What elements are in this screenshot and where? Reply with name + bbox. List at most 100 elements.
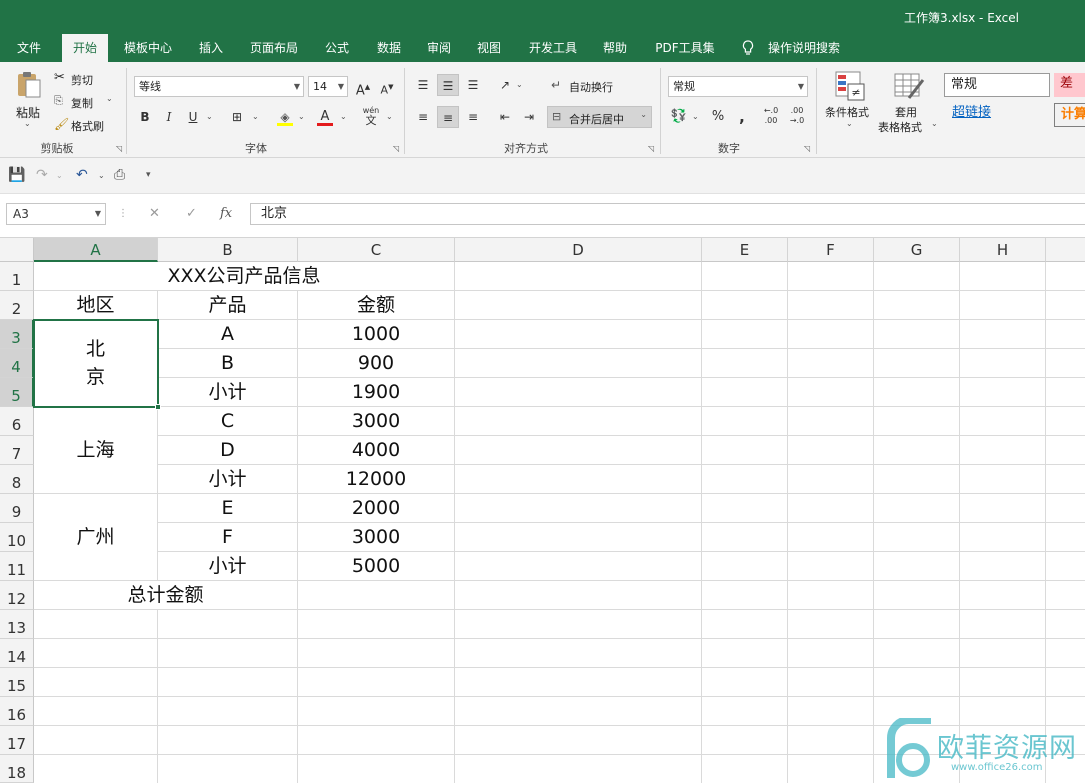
number-format-select[interactable]: 常规 ▼	[668, 76, 808, 97]
row-header-13[interactable]: 13	[0, 610, 34, 639]
conditional-format-dropdown-icon[interactable]: ⌄	[846, 119, 853, 128]
fill-color-dropdown-icon[interactable]: ⌄	[298, 112, 305, 121]
save-icon[interactable]: 💾	[8, 167, 25, 183]
underline-button[interactable]: U	[182, 106, 204, 128]
product-cell[interactable]: F	[158, 523, 297, 551]
merge-center-button[interactable]: ⊟ 合并后居中 ⌄	[547, 106, 652, 128]
row-header-16[interactable]: 16	[0, 697, 34, 726]
copy-dropdown-icon[interactable]: ⌄	[106, 94, 113, 103]
row-header-12[interactable]: 12	[0, 581, 34, 610]
print-preview-icon[interactable]: ⎙	[114, 167, 125, 183]
currency-icon[interactable]: 💱	[668, 106, 690, 128]
align-bottom-icon[interactable]: ☰	[462, 74, 484, 96]
align-right-icon[interactable]: ≡	[462, 106, 484, 128]
row-header-2[interactable]: 2	[0, 291, 34, 320]
tab-insert[interactable]: 插入	[190, 34, 232, 62]
tell-me-search[interactable]: 操作说明搜索	[762, 34, 846, 62]
format-as-table-dropdown-icon[interactable]: ⌄	[931, 119, 938, 128]
undo-icon[interactable]: ↶	[76, 167, 88, 183]
row-header-4[interactable]: 4	[0, 349, 34, 378]
align-middle-icon[interactable]: ☰	[437, 74, 459, 96]
font-color-dropdown-icon[interactable]: ⌄	[340, 112, 347, 121]
row-header-3[interactable]: 3	[0, 320, 34, 349]
column-header-e[interactable]: E	[702, 238, 788, 262]
currency-dropdown-icon[interactable]: ⌄	[692, 112, 699, 121]
tab-review[interactable]: 审阅	[418, 34, 460, 62]
tab-data[interactable]: 数据	[368, 34, 410, 62]
cancel-icon[interactable]: ✕	[149, 206, 160, 221]
select-all-corner[interactable]	[0, 238, 34, 262]
region-guangzhou-cell[interactable]: 广州	[34, 494, 157, 580]
column-header-f[interactable]: F	[788, 238, 874, 262]
amount-cell[interactable]: 4000	[298, 436, 454, 464]
row-header-15[interactable]: 15	[0, 668, 34, 697]
product-cell[interactable]: C	[158, 407, 297, 435]
formula-input[interactable]: 北京	[250, 203, 1085, 225]
conditional-format-button[interactable]: 条件格式	[825, 104, 869, 120]
row-header-1[interactable]: 1	[0, 262, 34, 291]
redo-dropdown-icon[interactable]: ⌄	[56, 171, 63, 180]
cut-button[interactable]: 剪切	[71, 72, 93, 88]
style-normal[interactable]: 常规	[944, 73, 1050, 97]
row-header-9[interactable]: 9	[0, 494, 34, 523]
enter-icon[interactable]: ✓	[186, 206, 197, 221]
row-header-17[interactable]: 17	[0, 726, 34, 755]
wrap-text-button[interactable]: 自动换行	[569, 79, 613, 95]
style-hyperlink[interactable]: 超链接	[946, 102, 1050, 126]
decrease-indent-icon[interactable]: ⇤	[494, 106, 516, 128]
fill-color-icon[interactable]: ◈	[274, 106, 296, 128]
tab-page-layout[interactable]: 页面布局	[242, 34, 306, 62]
header-region-cell[interactable]: 地区	[34, 291, 157, 319]
tab-view[interactable]: 视图	[468, 34, 510, 62]
align-top-icon[interactable]: ☰	[412, 74, 434, 96]
row-header-14[interactable]: 14	[0, 639, 34, 668]
worksheet-grid[interactable]: A B C D E F G H 1 2 3 4 5 6 7 8 9 10 11 …	[0, 238, 1085, 783]
row-header-7[interactable]: 7	[0, 436, 34, 465]
align-center-icon[interactable]: ≡	[437, 106, 459, 128]
row-header-10[interactable]: 10	[0, 523, 34, 552]
row-header-8[interactable]: 8	[0, 465, 34, 494]
tab-help[interactable]: 帮助	[594, 34, 636, 62]
fill-handle[interactable]	[155, 404, 161, 410]
sheet-title-cell[interactable]: XXX公司产品信息	[34, 262, 454, 290]
decrease-decimal-button[interactable]: .00 →.0	[786, 106, 808, 128]
font-name-select[interactable]: 等线 ▼	[134, 76, 304, 97]
style-bad[interactable]: 差	[1054, 73, 1085, 97]
product-cell[interactable]: 小计	[158, 465, 297, 493]
customize-qat-icon[interactable]: ▾	[146, 170, 151, 180]
tab-home[interactable]: 开始	[62, 34, 108, 62]
total-label-cell[interactable]: 总计金额	[34, 581, 297, 609]
grow-font-button[interactable]: A▲	[352, 76, 374, 98]
comma-style-button[interactable]: ,	[731, 106, 753, 128]
paste-dropdown-icon[interactable]: ⌄	[24, 119, 31, 128]
font-color-icon[interactable]: A	[314, 106, 336, 128]
redo-icon[interactable]: ↷	[36, 167, 48, 183]
increase-decimal-button[interactable]: ←.0 .00	[760, 106, 782, 128]
amount-cell[interactable]: 900	[298, 349, 454, 377]
font-launcher-icon[interactable]: ◹	[393, 144, 399, 153]
font-size-select[interactable]: 14 ▼	[308, 76, 348, 97]
row-header-11[interactable]: 11	[0, 552, 34, 581]
tab-developer[interactable]: 开发工具	[522, 34, 584, 62]
amount-cell[interactable]: 1000	[298, 320, 454, 348]
clipboard-launcher-icon[interactable]: ◹	[116, 144, 122, 153]
align-left-icon[interactable]: ≡	[412, 106, 434, 128]
undo-dropdown-icon[interactable]: ⌄	[98, 171, 105, 180]
row-header-6[interactable]: 6	[0, 407, 34, 436]
product-cell[interactable]: D	[158, 436, 297, 464]
amount-cell[interactable]: 1900	[298, 378, 454, 406]
column-header-h[interactable]: H	[960, 238, 1046, 262]
underline-dropdown-icon[interactable]: ⌄	[206, 112, 213, 121]
product-cell[interactable]: E	[158, 494, 297, 522]
row-header-18[interactable]: 18	[0, 755, 34, 783]
amount-cell[interactable]: 12000	[298, 465, 454, 493]
tab-file[interactable]: 文件	[6, 34, 52, 62]
alignment-launcher-icon[interactable]: ◹	[648, 144, 654, 153]
amount-cell[interactable]: 3000	[298, 523, 454, 551]
column-header-overflow[interactable]	[1046, 238, 1085, 262]
border-dropdown-icon[interactable]: ⌄	[252, 112, 259, 121]
italic-button[interactable]: I	[158, 106, 180, 128]
format-as-table-label-top[interactable]: 套用	[895, 104, 917, 120]
amount-cell[interactable]: 5000	[298, 552, 454, 580]
region-shanghai-cell[interactable]: 上海	[34, 407, 157, 493]
